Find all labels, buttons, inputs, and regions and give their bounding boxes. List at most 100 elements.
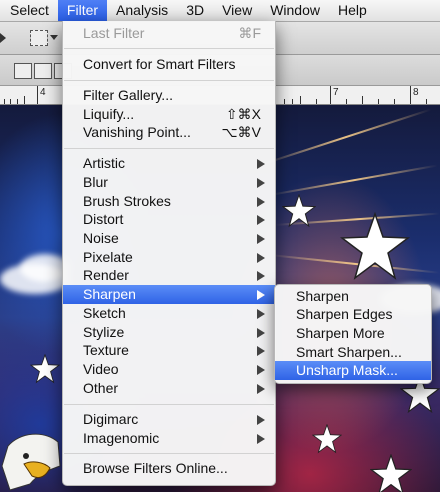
menu-item-brush-strokes[interactable]: Brush Strokes	[63, 192, 275, 211]
menu-item-label: Brush Strokes	[83, 193, 171, 209]
menu-separator	[64, 48, 274, 49]
submenu-arrow-icon	[257, 328, 265, 338]
ruler-label: 4	[40, 87, 46, 98]
menu-bar: Select Filter Analysis 3D View Window He…	[0, 0, 440, 22]
submenu-item-label: Unsharp Mask...	[296, 362, 398, 378]
submenu-arrow-icon	[257, 271, 265, 281]
submenu-item-label: Sharpen More	[296, 325, 385, 341]
menu-item-video[interactable]: Video	[63, 360, 275, 379]
menu-item-label: Sharpen	[83, 286, 136, 302]
menu-separator	[64, 148, 274, 149]
menu-item-label: Browse Filters Online...	[83, 460, 228, 476]
light-streak	[269, 164, 438, 196]
submenu-arrow-icon	[257, 346, 265, 356]
shortcut-label: ⌘F	[238, 25, 261, 41]
menu-item-sketch[interactable]: Sketch	[63, 304, 275, 323]
menu-item-label: Last Filter	[83, 25, 145, 41]
menu-item-label: Liquify...	[83, 106, 135, 122]
star-icon	[370, 454, 412, 492]
filter-menu: Last Filter ⌘F Convert for Smart Filters…	[62, 21, 276, 486]
align-center-icon[interactable]	[34, 63, 52, 79]
shortcut-label: ⇧⌘X	[225, 106, 261, 122]
align-left-icon[interactable]	[14, 63, 32, 79]
menu-select[interactable]: Select	[0, 0, 58, 21]
menu-item-imagenomic[interactable]: Imagenomic	[63, 429, 275, 448]
menu-item-convert-smart-filters[interactable]: Convert for Smart Filters	[63, 55, 275, 74]
star-icon	[340, 212, 410, 280]
menu-item-sharpen[interactable]: Sharpen	[63, 285, 275, 304]
menu-item-label: Video	[83, 361, 119, 377]
menu-item-last-filter[interactable]: Last Filter ⌘F	[63, 24, 275, 43]
menu-analysis[interactable]: Analysis	[107, 0, 177, 21]
menu-item-browse-filters-online[interactable]: Browse Filters Online...	[63, 459, 275, 478]
menu-separator	[64, 453, 274, 454]
menu-item-label: Sketch	[83, 305, 126, 321]
menu-item-noise[interactable]: Noise	[63, 229, 275, 248]
menu-item-other[interactable]: Other	[63, 379, 275, 398]
submenu-arrow-icon	[257, 384, 265, 394]
submenu-arrow-icon	[257, 365, 265, 375]
menu-separator	[64, 404, 274, 405]
menu-item-digimarc[interactable]: Digimarc	[63, 410, 275, 429]
submenu-item-label: Smart Sharpen...	[296, 344, 402, 360]
menu-window[interactable]: Window	[261, 0, 329, 21]
light-streak	[259, 108, 432, 166]
menu-help[interactable]: Help	[329, 0, 376, 21]
menu-item-vanishing-point[interactable]: Vanishing Point... ⌥⌘V	[63, 123, 275, 142]
menu-view[interactable]: View	[213, 0, 261, 21]
submenu-arrow-icon	[257, 309, 265, 319]
menu-item-label: Stylize	[83, 324, 125, 340]
chevron-right-icon[interactable]	[0, 33, 6, 43]
sharpen-submenu: Sharpen Sharpen Edges Sharpen More Smart…	[274, 284, 432, 384]
menu-item-texture[interactable]: Texture	[63, 341, 275, 360]
ruler-label: 7	[333, 87, 339, 98]
menu-filter[interactable]: Filter	[57, 0, 108, 21]
menu-3d[interactable]: 3D	[177, 0, 213, 21]
menu-item-artistic[interactable]: Artistic	[63, 154, 275, 173]
chevron-down-icon[interactable]	[50, 35, 58, 40]
menu-item-label: Imagenomic	[83, 430, 160, 446]
submenu-arrow-icon	[257, 178, 265, 188]
star-icon	[30, 354, 60, 384]
menu-item-liquify[interactable]: Liquify... ⇧⌘X	[63, 105, 275, 124]
menu-item-stylize[interactable]: Stylize	[63, 323, 275, 342]
menu-item-pixelate[interactable]: Pixelate	[63, 248, 275, 267]
submenu-item-unsharp-mask[interactable]: Unsharp Mask...	[275, 361, 431, 380]
submenu-arrow-icon	[257, 434, 265, 444]
submenu-arrow-icon	[257, 215, 265, 225]
submenu-item-sharpen-edges[interactable]: Sharpen Edges	[275, 305, 431, 324]
submenu-item-smart-sharpen[interactable]: Smart Sharpen...	[275, 343, 431, 362]
submenu-arrow-icon	[257, 415, 265, 425]
eagle-head-icon	[1, 433, 61, 491]
submenu-arrow-icon	[257, 253, 265, 263]
menu-item-label: Blur	[83, 174, 108, 190]
menu-item-filter-gallery[interactable]: Filter Gallery...	[63, 86, 275, 105]
shortcut-label: ⌥⌘V	[221, 124, 261, 140]
menu-item-label: Other	[83, 380, 119, 396]
menu-item-label: Digimarc	[83, 411, 139, 427]
menu-item-blur[interactable]: Blur	[63, 173, 275, 192]
menu-item-label: Filter Gallery...	[83, 87, 173, 103]
menu-separator	[64, 80, 274, 81]
menu-item-label: Artistic	[83, 155, 125, 171]
submenu-item-sharpen[interactable]: Sharpen	[275, 287, 431, 306]
menu-item-label: Texture	[83, 342, 129, 358]
menu-item-label: Render	[83, 267, 129, 283]
marquee-tool-icon[interactable]	[30, 30, 48, 46]
menu-item-distort[interactable]: Distort	[63, 210, 275, 229]
menu-item-label: Distort	[83, 211, 124, 227]
star-icon	[312, 424, 342, 454]
menu-item-label: Vanishing Point...	[83, 124, 191, 140]
menu-item-label: Convert for Smart Filters	[83, 56, 236, 72]
submenu-item-sharpen-more[interactable]: Sharpen More	[275, 324, 431, 343]
star-icon	[282, 194, 316, 228]
menu-item-label: Pixelate	[83, 249, 133, 265]
submenu-item-label: Sharpen	[296, 288, 349, 304]
submenu-arrow-icon	[257, 159, 265, 169]
submenu-arrow-icon	[257, 234, 265, 244]
menu-item-render[interactable]: Render	[63, 266, 275, 285]
submenu-item-label: Sharpen Edges	[296, 306, 393, 322]
ruler-label: 8	[413, 87, 419, 98]
submenu-arrow-icon	[257, 290, 265, 300]
menu-item-label: Noise	[83, 230, 119, 246]
